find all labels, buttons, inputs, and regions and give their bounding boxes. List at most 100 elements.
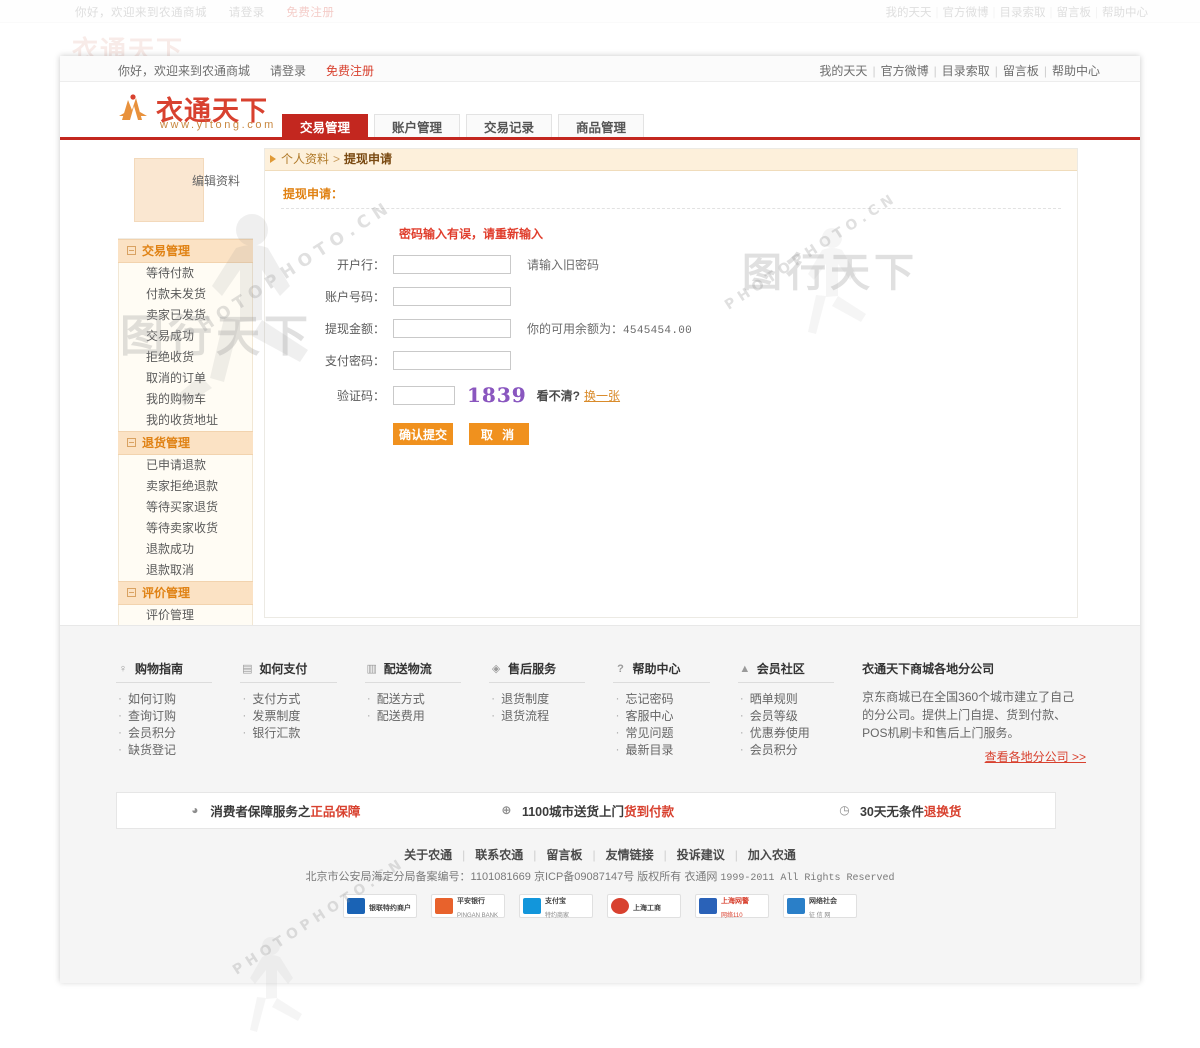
amount-input[interactable] bbox=[393, 319, 511, 338]
footer-link[interactable]: 常见问题 bbox=[613, 724, 737, 742]
footer-link[interactable]: 查询订购 bbox=[116, 707, 240, 725]
nav-help-center[interactable]: 帮助中心 bbox=[1052, 64, 1100, 78]
help-icon: ? bbox=[617, 662, 624, 675]
badge-1-label: 平安银行 bbox=[457, 898, 485, 905]
footer-link[interactable]: 会员积分 bbox=[738, 741, 862, 759]
footer-link[interactable]: 最新目录 bbox=[613, 741, 737, 759]
sidebar-item-refuse-receipt[interactable]: 拒绝收货 bbox=[119, 347, 252, 368]
footer-link[interactable]: 如何订购 bbox=[116, 690, 240, 708]
footer-link[interactable]: 配送方式 bbox=[365, 690, 489, 708]
footer-col-after-sales: ◈ 售后服务 退货制度 退货流程 bbox=[489, 660, 613, 765]
breadcrumb-parent[interactable]: 个人资料 bbox=[281, 152, 329, 166]
bulb-icon: ♀ bbox=[118, 662, 128, 675]
guarantee-1-highlight: 货到付款 bbox=[624, 805, 675, 819]
sidebar-group-return[interactable]: 退货管理 bbox=[118, 431, 253, 455]
footer-link[interactable]: 会员积分 bbox=[116, 724, 240, 742]
footer-link[interactable]: 忘记密码 bbox=[613, 690, 737, 708]
collapse-minus-icon[interactable] bbox=[127, 246, 136, 255]
pay-password-input[interactable] bbox=[393, 351, 511, 370]
breadcrumb-arrow-icon bbox=[270, 155, 276, 163]
sidebar-item-paid-not-shipped[interactable]: 付款未发货 bbox=[119, 284, 252, 305]
nav-weibo[interactable]: 官方微博 bbox=[881, 64, 929, 78]
footer-link[interactable]: 缺货登记 bbox=[116, 741, 240, 759]
nav-my-tiantian[interactable]: 我的天天 bbox=[819, 64, 867, 78]
cancel-button[interactable]: 取 消 bbox=[469, 423, 529, 445]
page-body: 编辑资料 交易管理 等待付款 付款未发货 卖家已发货 交易成功 拒绝收货 取消的… bbox=[60, 140, 1140, 626]
sidebar-item-trade-success[interactable]: 交易成功 bbox=[119, 326, 252, 347]
certification-badges: 银联特约商户 平安银行 PINGAN BANK 支付宝 特约商家 上海工商 上海网警… bbox=[60, 894, 1140, 919]
form-row-bank: 开户行： 请输入旧密码 bbox=[265, 255, 1077, 274]
footer-link[interactable]: 支付方式 bbox=[240, 690, 364, 708]
clock-icon: ◷ bbox=[839, 803, 850, 817]
footer-link-contact[interactable]: 联系农通 bbox=[475, 848, 523, 862]
sidebar-item-refund-success[interactable]: 退款成功 bbox=[119, 539, 252, 560]
login-link[interactable]: 请登录 bbox=[270, 64, 306, 78]
sidebar-item-refund-applied[interactable]: 已申请退款 bbox=[119, 455, 252, 476]
footer-link[interactable]: 客服中心 bbox=[613, 707, 737, 725]
footer-link[interactable]: 晒单规则 bbox=[738, 690, 862, 708]
footer-col-5-header: ▲ 会员社区 bbox=[737, 660, 835, 683]
collapse-minus-icon[interactable] bbox=[127, 588, 136, 597]
footer-link-complaint[interactable]: 投诉建议 bbox=[677, 848, 725, 862]
footer-link[interactable]: 会员等级 bbox=[738, 707, 862, 725]
captcha-input[interactable] bbox=[393, 385, 455, 405]
badge-4-sub: 网络110 bbox=[721, 913, 743, 919]
badge-unionpay[interactable]: 银联特约商户 bbox=[343, 894, 417, 918]
sidebar-item-review-management[interactable]: 评价管理 bbox=[119, 605, 252, 626]
footer-col-3-header: ◈ 售后服务 bbox=[489, 660, 586, 683]
sidebar-item-seller-shipped[interactable]: 卖家已发货 bbox=[119, 305, 252, 326]
sidebar-group-trade[interactable]: 交易管理 bbox=[118, 239, 253, 263]
footer-link-about[interactable]: 关于农通 bbox=[404, 848, 452, 862]
form-buttons: 确认提交 取 消 bbox=[265, 423, 1077, 445]
footer-link[interactable]: 发票制度 bbox=[240, 707, 364, 725]
footer-link-board[interactable]: 留言板 bbox=[546, 848, 582, 862]
label-captcha: 验证码： bbox=[336, 388, 385, 403]
footer-col-4-header: ? 帮助中心 bbox=[613, 660, 710, 683]
footer-link[interactable]: 优惠券使用 bbox=[738, 724, 862, 742]
account-input[interactable] bbox=[393, 287, 511, 306]
nav-catalog[interactable]: 目录索取 bbox=[942, 64, 990, 78]
sidebar-item-waiting-buyer-return[interactable]: 等待买家退货 bbox=[119, 497, 252, 518]
badge-alipay[interactable]: 支付宝 特约商家 bbox=[519, 894, 593, 919]
ghost-page-top: 你好，欢迎来到农通商城 请登录 免费注册 我的天天 | 官方微博 | 目录索取 | 留言板 |… bbox=[0, 0, 1200, 65]
bank-input[interactable] bbox=[393, 255, 511, 274]
branch-more-link[interactable]: 查看各地分公司 >> bbox=[862, 748, 1086, 765]
utility-greeting-group: 你好，欢迎来到农通商城 请登录 免费注册 bbox=[118, 62, 374, 79]
submit-button[interactable]: 确认提交 bbox=[393, 423, 453, 445]
badge-credit[interactable]: 网络社会征 信 网 bbox=[783, 894, 857, 919]
ghost-nav-item-2: 目录索取 bbox=[999, 7, 1046, 19]
footer-link[interactable]: 银行汇款 bbox=[240, 724, 364, 742]
sidebar-item-my-cart[interactable]: 我的购物车 bbox=[119, 389, 252, 410]
collapse-minus-icon[interactable] bbox=[127, 438, 136, 447]
nav-message-board[interactable]: 留言板 bbox=[1003, 64, 1039, 78]
sidebar-item-waiting-seller-receipt[interactable]: 等待卖家收货 bbox=[119, 518, 252, 539]
sidebar-item-refund-cancelled[interactable]: 退款取消 bbox=[119, 560, 252, 581]
badge-2-label: 支付宝 bbox=[545, 898, 566, 905]
form-row-account: 账户号码： bbox=[265, 287, 1077, 306]
sidebar-item-waiting-payment[interactable]: 等待付款 bbox=[119, 263, 252, 284]
captcha-refresh-link[interactable]: 换一张 bbox=[584, 387, 620, 404]
ghost-nav-item-1: 官方微博 bbox=[942, 7, 989, 19]
edit-profile-link[interactable]: 编辑资料 bbox=[192, 172, 240, 189]
ghost-register-link: 免费注册 bbox=[286, 7, 335, 19]
footer-col-2-title: 配送物流 bbox=[383, 662, 432, 676]
footer-link-friendly[interactable]: 友情链接 bbox=[606, 848, 654, 862]
utility-bar: 你好，欢迎来到农通商城 请登录 免费注册 我的天天 | 官方微博 | 目录索取 | 留言板 | 帮助… bbox=[60, 56, 1140, 82]
register-link[interactable]: 免费注册 bbox=[326, 64, 374, 78]
footer-link-join[interactable]: 加入农通 bbox=[748, 848, 796, 862]
badge-shanghai-ic[interactable]: 上海工商 bbox=[607, 894, 681, 918]
badge-police110[interactable]: 上海网警 网络110 bbox=[695, 894, 769, 919]
sidebar-item-cancelled-orders[interactable]: 取消的订单 bbox=[119, 368, 252, 389]
logo-url: www.yitong.com bbox=[160, 119, 276, 131]
badge-pingan[interactable]: 平安银行 PINGAN BANK bbox=[431, 894, 505, 919]
truck-icon: ▥ bbox=[366, 662, 377, 675]
sidebar-item-my-address[interactable]: 我的收货地址 bbox=[119, 410, 252, 431]
sidebar-group-review[interactable]: 评价管理 bbox=[118, 581, 253, 605]
footer-link[interactable]: 配送费用 bbox=[365, 707, 489, 725]
sidebar-item-seller-refused-refund[interactable]: 卖家拒绝退款 bbox=[119, 476, 252, 497]
footer-link[interactable]: 退货流程 bbox=[489, 707, 613, 725]
service-icon: ◈ bbox=[491, 662, 501, 675]
footer-link[interactable]: 退货制度 bbox=[489, 690, 613, 708]
section-title: 提现申请： bbox=[283, 187, 344, 201]
guarantee-item-delivery: ⊕ 1100城市送货上门 货到付款 bbox=[430, 801, 743, 820]
